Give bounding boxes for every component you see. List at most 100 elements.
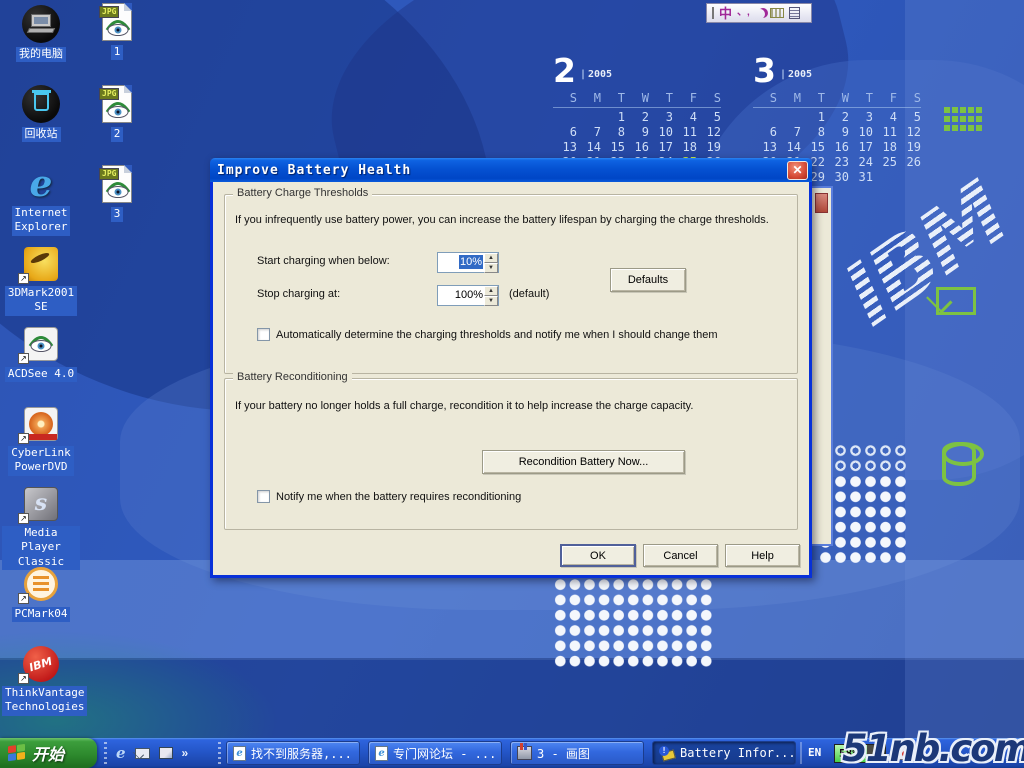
auto-determine-checkbox-row[interactable]: Automatically determine the charging thr… (257, 328, 717, 341)
calendar-cell: F (673, 91, 697, 105)
notify-reconditioning-checkbox-row[interactable]: Notify me when the battery requires reco… (257, 490, 521, 503)
defaults-button[interactable]: Defaults (610, 268, 686, 292)
task-button-paint[interactable]: 3 - 画图 (510, 741, 644, 765)
ime-menu-icon[interactable] (789, 7, 800, 19)
shortcut-arrow-icon: ↗ (18, 273, 29, 284)
powerdvd-disc-icon (24, 407, 58, 441)
calendar-cell (777, 110, 801, 125)
desktop-icon-pcmark04[interactable]: ↗ PCMark04 (2, 564, 80, 622)
calendar-cell: 1 (801, 110, 825, 125)
ie-page-icon: e (375, 746, 388, 761)
cancel-button[interactable]: Cancel (643, 544, 718, 567)
calendar-cell: 8 (801, 125, 825, 140)
spin-up-icon[interactable]: ▲ (484, 253, 498, 263)
task-label: 3 - 画图 (537, 745, 590, 762)
shortcut-arrow-icon: ↗ (18, 353, 29, 364)
calendar-cell: 14 (777, 140, 801, 155)
task-button-forum[interactable]: e 专门网论坛 - ... (368, 741, 502, 765)
dot-pattern (553, 577, 713, 669)
ime-language-bar[interactable]: 中 、, (706, 3, 812, 23)
ok-button[interactable]: OK (560, 544, 636, 567)
quicklaunch-ie-icon[interactable]: e (116, 746, 126, 761)
calendar-year: 2005 (580, 69, 612, 80)
improve-battery-health-dialog: Improve Battery Health ✕ Battery Charge … (210, 158, 812, 578)
calendar-cell: 10 (849, 125, 873, 140)
wallpaper-band (905, 0, 1024, 768)
start-charging-label: Start charging when below: (257, 255, 390, 267)
calendar-cell: 4 (873, 110, 897, 125)
ime-chinese-icon[interactable]: 中 (719, 7, 732, 20)
calendar-cell: 12 (897, 125, 921, 140)
default-note: (default) (509, 288, 549, 300)
checkbox[interactable] (257, 328, 270, 341)
shortcut-arrow-icon: ↗ (18, 513, 29, 524)
ime-drag-handle[interactable] (712, 7, 714, 19)
battery-task-icon (659, 746, 675, 761)
calendar-cell: 17 (849, 140, 873, 155)
desktop-file-jpg-3[interactable]: JPG 3 (79, 164, 155, 222)
desktop-icon-acdsee[interactable]: ↗ ACDSee 4.0 (2, 324, 80, 382)
calendar-cell: 4 (673, 110, 697, 125)
quicklaunch-chevron-icon[interactable]: » (182, 746, 189, 760)
task-label: 找不到服务器,... (251, 745, 352, 762)
calendar-cell: 24 (849, 155, 873, 170)
shortcut-arrow-icon: ↗ (18, 433, 29, 444)
desktop-file-jpg-1[interactable]: JPG 1 (79, 2, 155, 60)
dialog-body: Battery Charge Thresholds If you infrequ… (210, 182, 812, 578)
desktop-icon-powerdvd[interactable]: ↗ CyberLink PowerDVD (2, 404, 80, 476)
desktop-file-jpg-2[interactable]: JPG 2 (79, 84, 155, 142)
calendar-cell: 19 (897, 140, 921, 155)
icon-label: 1 (111, 45, 124, 60)
thresholds-description: If you infrequently use battery power, y… (235, 214, 769, 226)
icon-label: 2 (111, 127, 124, 142)
ime-fullhalf-icon[interactable] (755, 9, 765, 19)
desktop-icon-internet-explorer[interactable]: e Internet Explorer (2, 164, 80, 236)
desktop-icon-my-computer[interactable]: 我的电脑 (2, 4, 80, 62)
start-button[interactable]: 开始 (0, 738, 97, 768)
ime-punctuation-icon[interactable]: 、, (737, 8, 750, 18)
close-icon[interactable]: ✕ (787, 161, 808, 180)
help-button[interactable]: Help (725, 544, 800, 567)
recondition-battery-button[interactable]: Recondition Battery Now... (482, 450, 685, 474)
calendar-cell: 12 (697, 125, 721, 140)
checkbox[interactable] (257, 490, 270, 503)
desktop-icon-thinkvantage[interactable]: IBM↗ ThinkVantage Technologies (2, 644, 80, 716)
calendar-cell: 30 (825, 170, 849, 185)
stop-charging-spinner[interactable]: 100% ▲▼ (437, 285, 499, 306)
calendar-cell: 8 (601, 125, 625, 140)
calendar-cell: 3 (849, 110, 873, 125)
background-window-sliver[interactable] (812, 186, 833, 546)
jpg-file-icon: JPG (102, 85, 132, 123)
calendar-cell: 10 (649, 125, 673, 140)
start-charging-spinner[interactable]: 10% ▲▼ (437, 252, 499, 273)
calendar-cell: 18 (673, 140, 697, 155)
quicklaunch-mail-icon[interactable] (135, 748, 150, 759)
spin-up-icon[interactable]: ▲ (484, 286, 498, 296)
checkbox-label: Notify me when the battery requires reco… (276, 491, 521, 503)
envelope-icon (936, 287, 976, 315)
language-indicator[interactable]: EN (808, 746, 821, 759)
icon-label: CyberLink PowerDVD (8, 446, 74, 476)
task-button-battery-information[interactable]: Battery Infor... (652, 741, 796, 765)
spin-down-icon[interactable]: ▼ (484, 296, 498, 306)
icon-label: 我的电脑 (16, 47, 66, 62)
desktop-icon-media-player-classic[interactable]: s↗ Media Player Classic (2, 484, 80, 570)
desktop-icon-3dmark2001[interactable]: ↗ 3DMark2001 SE (2, 244, 80, 316)
hidden-window-button[interactable] (815, 193, 828, 213)
ime-keyboard-icon[interactable] (770, 8, 784, 18)
desktop-icon-recycle-bin[interactable]: 回收站 (2, 84, 80, 142)
shortcut-arrow-icon: ↗ (18, 673, 29, 684)
group-label: Battery Charge Thresholds (233, 187, 372, 199)
calendar-cell: 11 (673, 125, 697, 140)
calendar-cell: 5 (697, 110, 721, 125)
calendar-cell (753, 110, 777, 125)
calendar-cell (577, 110, 601, 125)
task-button-server-not-found[interactable]: e 找不到服务器,... (226, 741, 360, 765)
dialog-titlebar[interactable]: Improve Battery Health ✕ (210, 158, 812, 182)
calendar-cell: S (897, 91, 921, 105)
51nb-watermark: 51nb.com (842, 727, 1024, 768)
pcmark-icon (24, 567, 58, 601)
calendar-cell: 2 (825, 110, 849, 125)
spin-down-icon[interactable]: ▼ (484, 263, 498, 273)
quicklaunch-show-desktop-icon[interactable] (159, 747, 173, 759)
